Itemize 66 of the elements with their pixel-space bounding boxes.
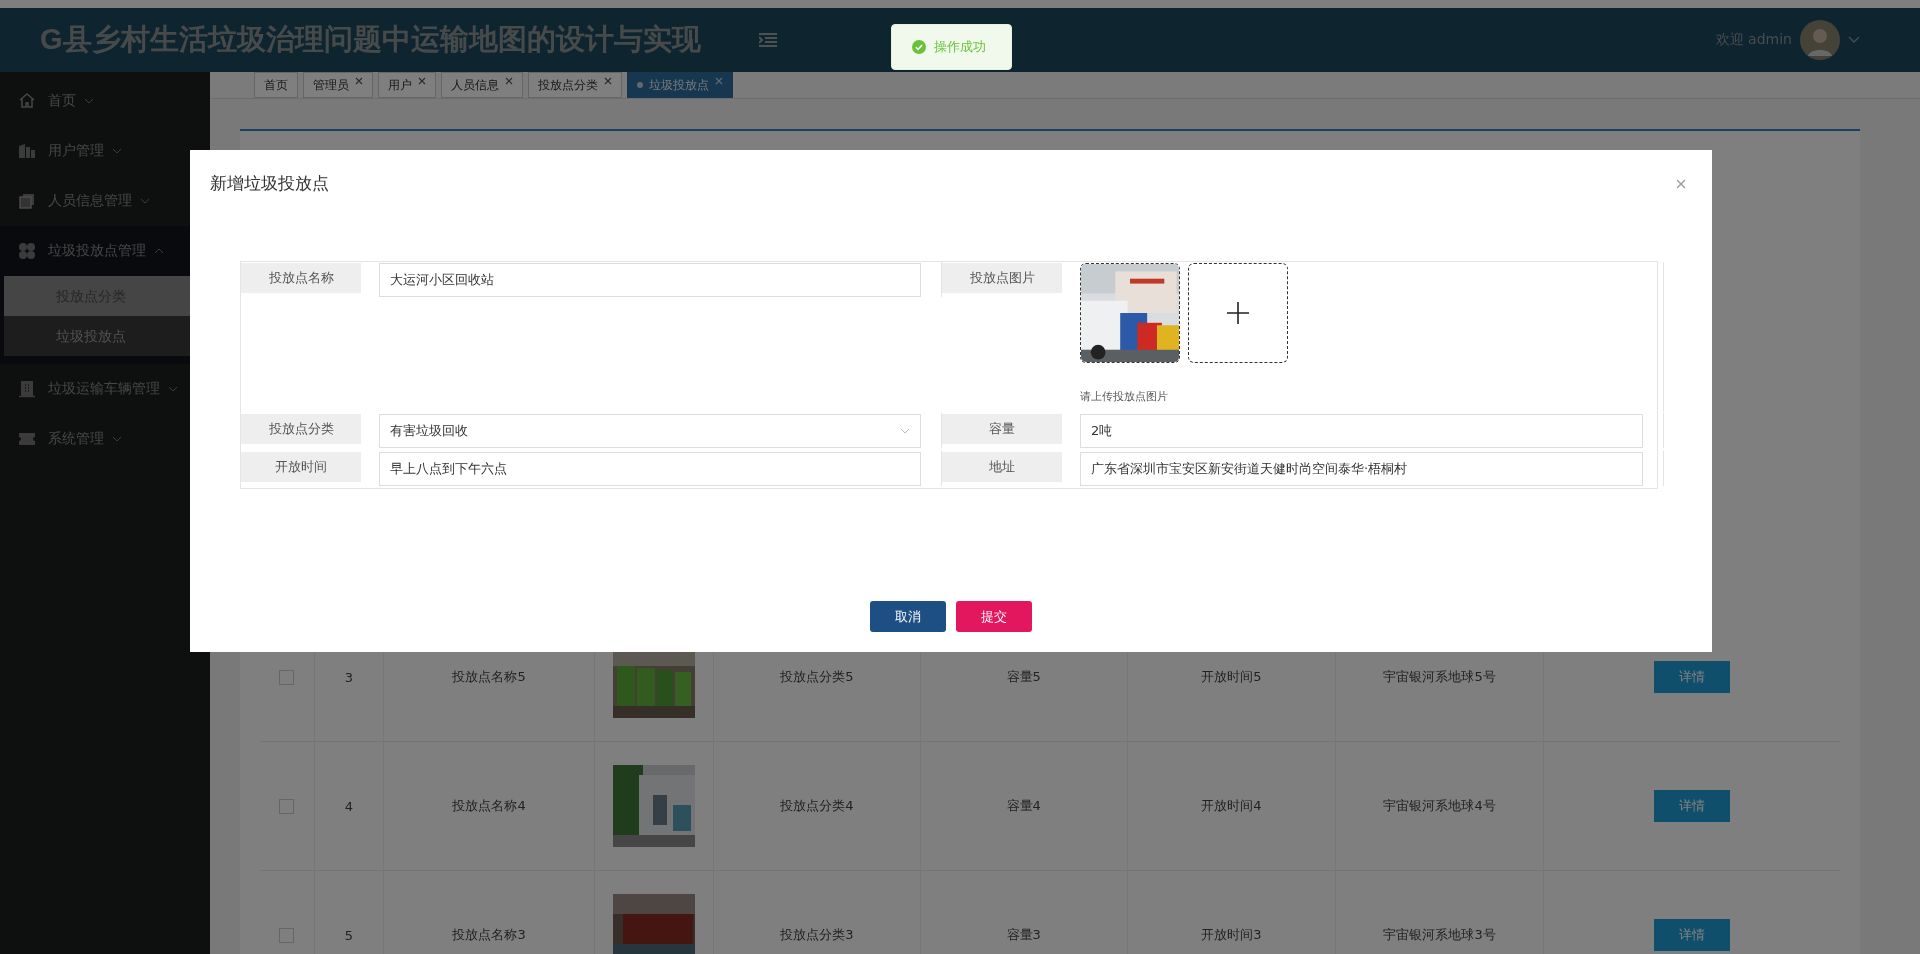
upload-button[interactable] <box>1188 263 1288 363</box>
close-icon[interactable] <box>355 77 363 85</box>
caret-icon[interactable] <box>1848 36 1860 44</box>
row-checkbox[interactable] <box>279 669 295 685</box>
tab[interactable]: 首页 <box>254 72 298 98</box>
table-cell: 容量4 <box>920 742 1128 870</box>
detail-button[interactable]: 详情 <box>1653 790 1730 822</box>
chevron-icon <box>84 98 94 104</box>
field-label: 投放点名称 <box>241 263 361 293</box>
upload-hint: 请上传投放点图片 <box>1080 389 1169 404</box>
tab[interactable]: 人员信息 <box>441 72 523 98</box>
tab[interactable]: 投放点分类 <box>528 72 622 98</box>
input-field[interactable]: 广东省深圳市宝安区新安街道天健时尚空间泰华·梧桐村 <box>1080 452 1643 486</box>
field-label: 容量 <box>942 414 1062 444</box>
table-cell: 容量3 <box>920 871 1128 954</box>
table-cell: 宇宙银河系地球4号 <box>1336 742 1544 870</box>
input-field[interactable]: 2吨 <box>1080 414 1643 448</box>
submit-button[interactable]: 提交 <box>956 601 1032 632</box>
cancel-button[interactable]: 取消 <box>870 601 946 632</box>
table-cell: 宇宙银河系地球3号 <box>1336 871 1544 954</box>
chevron-icon <box>112 436 122 442</box>
field-label: 地址 <box>942 452 1062 482</box>
chevron-icon <box>140 198 150 204</box>
table-cell: 开放时间3 <box>1127 871 1337 954</box>
tab[interactable]: 用户 <box>378 72 436 98</box>
field-label: 投放点图片 <box>942 263 1062 293</box>
toast-message: 操作成功 <box>934 38 986 56</box>
stacked-squares-icon <box>18 192 36 210</box>
table-cell: 投放点分类4 <box>714 742 921 870</box>
field-label: 开放时间 <box>241 452 361 482</box>
select-field[interactable]: 有害垃圾回收 <box>379 414 921 448</box>
close-icon[interactable] <box>604 77 612 85</box>
check-icon <box>912 40 926 54</box>
table-cell: 投放点名称4 <box>384 742 595 870</box>
avatar[interactable] <box>1800 20 1840 60</box>
input-field[interactable]: 大运河小区回收站 <box>379 263 921 297</box>
row-checkbox[interactable] <box>279 927 295 943</box>
input-field[interactable]: 早上八点到下午六点 <box>379 452 921 486</box>
table-cell: 开放时间4 <box>1127 742 1337 870</box>
caret-icon <box>900 428 910 434</box>
table-cell: 投放点分类3 <box>714 871 921 954</box>
field-label: 投放点分类 <box>241 414 361 444</box>
close-icon[interactable] <box>418 77 426 85</box>
ticket-icon <box>18 430 36 448</box>
buildings-icon <box>18 142 36 160</box>
close-icon[interactable] <box>505 77 513 85</box>
app-title: G县乡村生活垃圾治理问题中运输地图的设计与实现 <box>40 22 701 57</box>
chevron-icon <box>112 148 122 154</box>
building-icon <box>18 380 36 398</box>
table-cell: 4 <box>314 742 385 870</box>
plus-icon <box>1227 302 1249 324</box>
home-icon <box>18 92 36 110</box>
chevron-icon <box>168 386 178 392</box>
row-checkbox[interactable] <box>279 798 295 814</box>
menu-toggle-icon[interactable] <box>758 33 777 47</box>
detail-button[interactable]: 详情 <box>1653 661 1730 693</box>
table-cell: 5 <box>314 871 385 954</box>
table-cell: 投放点名称3 <box>384 871 595 954</box>
four-dots-icon <box>18 242 36 260</box>
chevron-icon <box>154 248 164 254</box>
detail-button[interactable]: 详情 <box>1653 919 1730 951</box>
tab[interactable]: 管理员 <box>303 72 373 98</box>
tab[interactable]: 垃圾投放点 <box>627 72 733 98</box>
close-icon[interactable] <box>1676 178 1686 189</box>
dot-icon <box>637 82 643 88</box>
dialog-title: 新增垃圾投放点 <box>210 172 329 195</box>
